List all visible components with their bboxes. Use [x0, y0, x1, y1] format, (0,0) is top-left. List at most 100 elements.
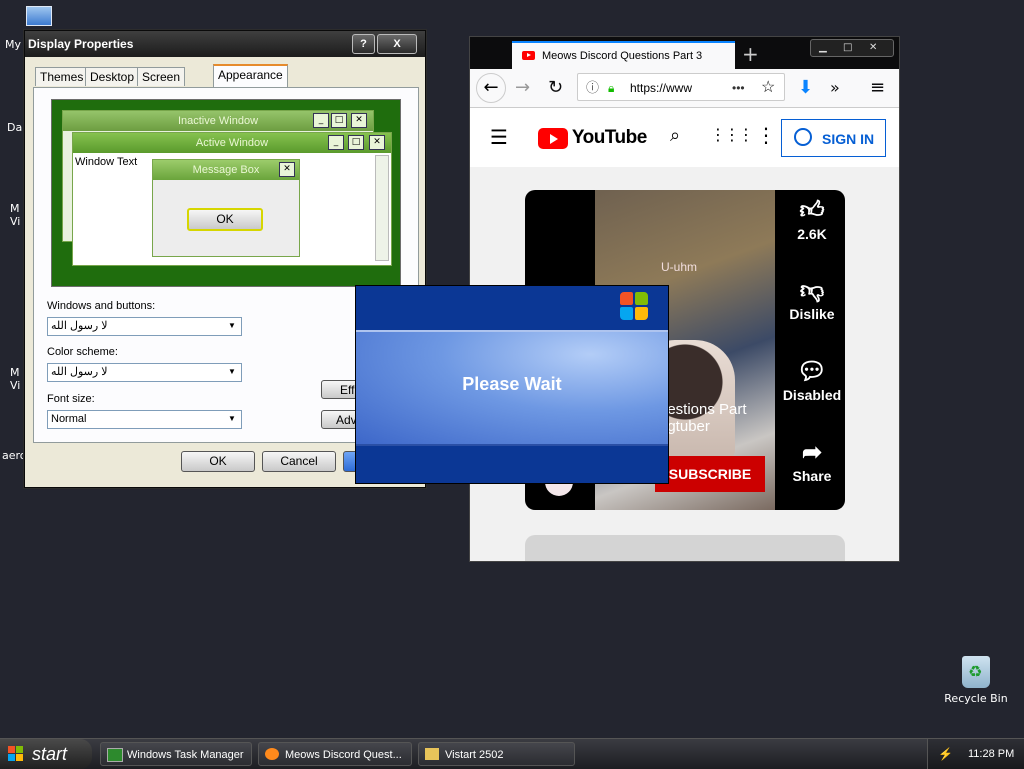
- desktop-icon-label-3: M Vi: [10, 202, 21, 228]
- thumbs-down-icon: 👎︎: [799, 277, 825, 304]
- sign-in-button[interactable]: SIGN IN: [781, 119, 886, 157]
- desktop-icon-label-5: aero: [2, 449, 27, 462]
- recycle-bin-label: Recycle Bin: [944, 692, 1008, 705]
- windows-and-buttons-value: لا رسول الله: [51, 320, 108, 332]
- youtube-favicon-icon: [522, 51, 535, 60]
- windows-logo-icon: [620, 292, 650, 322]
- page-actions-menu-icon[interactable]: •••: [732, 74, 745, 102]
- reload-icon[interactable]: ↻: [548, 69, 563, 107]
- windows-and-buttons-label: Windows and buttons:: [47, 300, 156, 312]
- computer-icon: [26, 6, 52, 26]
- cancel-button[interactable]: Cancel: [262, 451, 336, 472]
- windows-logo-icon: [8, 746, 24, 762]
- minimize-icon: _: [313, 113, 329, 128]
- color-scheme-label: Color scheme:: [47, 346, 118, 358]
- font-size-select[interactable]: Normal ▼: [47, 410, 242, 429]
- chevron-down-icon: ▼: [228, 321, 236, 330]
- overflow-chevron-icon[interactable]: »: [830, 69, 840, 107]
- back-button[interactable]: ←: [476, 73, 506, 103]
- new-tab-button[interactable]: +: [742, 41, 759, 67]
- bookmark-star-icon[interactable]: ☆: [761, 74, 775, 102]
- video-overlay-text: U-uhm: [661, 260, 698, 274]
- start-button[interactable]: start: [0, 739, 92, 769]
- download-icon[interactable]: ⬇: [798, 69, 813, 107]
- close-icon: ✕: [351, 113, 367, 128]
- browser-tab[interactable]: Meows Discord Questions Part 3: [512, 41, 735, 69]
- video-title: uestions Part ngtuber: [659, 401, 747, 435]
- color-scheme-select[interactable]: لا رسول الله ▼: [47, 363, 242, 382]
- please-wait-dialog: Please Wait: [355, 285, 669, 484]
- tab-themes[interactable]: Themes: [35, 67, 89, 86]
- maximize-icon: □: [348, 135, 364, 150]
- apps-grid-icon[interactable]: ⋮⋮⋮: [710, 125, 754, 144]
- share-button[interactable]: ➦ Share: [782, 438, 842, 484]
- preview-ok-button: OK: [187, 208, 263, 231]
- like-button[interactable]: 👍︎ 2.6K: [782, 196, 842, 242]
- taskbar-item-label: Windows Task Manager: [127, 749, 244, 761]
- comment-icon: 💬︎: [796, 358, 828, 385]
- close-icon: ✕: [369, 135, 385, 150]
- ok-button[interactable]: OK: [181, 451, 255, 472]
- comments-label: Disabled: [782, 387, 842, 403]
- youtube-header: ☰ YouTube ⌕ ⋮⋮⋮ ⋮ SIGN IN: [470, 109, 899, 167]
- recycle-bin-icon: [962, 656, 990, 688]
- task-manager-icon: [107, 748, 123, 762]
- forward-arrow-icon[interactable]: →: [515, 69, 530, 107]
- youtube-play-icon: [538, 127, 568, 149]
- display-properties-titlebar[interactable]: Display Properties ? X: [25, 31, 425, 57]
- dislike-button[interactable]: 👎︎ Dislike: [782, 276, 842, 322]
- system-tray: ⚡ 11:28 PM: [927, 739, 1024, 769]
- help-button[interactable]: ?: [352, 34, 375, 54]
- thumbs-up-icon: 👍︎: [799, 197, 825, 224]
- firefox-icon: [265, 748, 279, 760]
- youtube-logo[interactable]: YouTube: [538, 127, 647, 149]
- desktop-icon-label-4: M Vi: [10, 366, 21, 392]
- taskbar-item-task-manager[interactable]: Windows Task Manager: [100, 742, 252, 766]
- taskbar-item-label: Vistart 2502: [445, 749, 504, 761]
- preview-message-box: Message Box ✕ OK: [152, 159, 300, 257]
- minimize-icon[interactable]: ▁: [819, 40, 827, 56]
- browser-tab-title: Meows Discord Questions Part 3: [542, 50, 703, 62]
- desktop-icon-recycle-bin[interactable]: Recycle Bin: [944, 656, 1008, 705]
- maximize-icon[interactable]: □: [843, 40, 852, 56]
- color-scheme-value: لا رسول الله: [51, 366, 108, 378]
- minimize-icon: _: [328, 135, 344, 150]
- preview-active-window: Active Window _ □ ✕ Window Text Message …: [72, 132, 392, 266]
- lock-icon: 🔒︎: [608, 81, 615, 95]
- tab-appearance[interactable]: Appearance: [213, 64, 288, 88]
- firefox-tab-bar: Meows Discord Questions Part 3 + ▁ □ ✕: [470, 37, 899, 69]
- subscribe-button[interactable]: SUBSCRIBE: [655, 456, 765, 492]
- appearance-preview: Inactive Window _ □ ✕ Active Window _ □ …: [51, 99, 401, 287]
- next-short-preview[interactable]: [525, 535, 845, 561]
- preview-message-box-title: Message Box: [153, 160, 299, 180]
- folder-icon: [425, 748, 439, 760]
- search-icon[interactable]: ⌕: [670, 125, 680, 146]
- chevron-down-icon: ▼: [228, 367, 236, 376]
- more-vertical-icon[interactable]: ⋮: [756, 123, 776, 147]
- taskbar-item-label: Meows Discord Quest...: [285, 749, 402, 761]
- please-wait-message: Please Wait: [462, 374, 562, 394]
- network-icon[interactable]: ⚡: [938, 739, 953, 769]
- hamburger-menu-icon[interactable]: ≡: [870, 69, 885, 107]
- clock[interactable]: 11:28 PM: [968, 739, 1014, 769]
- firefox-navbar: ← → ↻ ⓘ 🔒︎ https://www ••• ☆ ⬇ » ≡: [470, 69, 899, 108]
- window-title: Display Properties: [28, 37, 134, 51]
- tab-screen-saver[interactable]: Screen Saver: [137, 67, 186, 102]
- maximize-icon: □: [331, 113, 347, 128]
- share-icon: ➦: [801, 439, 823, 466]
- comments-button[interactable]: 💬︎ Disabled: [782, 357, 842, 403]
- close-button[interactable]: X: [377, 34, 417, 54]
- preview-window-text: Window Text: [75, 156, 138, 168]
- close-icon[interactable]: ✕: [869, 40, 877, 56]
- url-bar[interactable]: ⓘ 🔒︎ https://www ••• ☆: [577, 73, 785, 101]
- desktop-icon-label-2: Da: [7, 121, 23, 134]
- taskbar-item-firefox[interactable]: Meows Discord Quest...: [258, 742, 412, 766]
- windows-and-buttons-select[interactable]: لا رسول الله ▼: [47, 317, 242, 336]
- info-icon[interactable]: ⓘ: [586, 74, 599, 102]
- account-icon: [794, 128, 812, 146]
- like-count: 2.6K: [797, 226, 827, 242]
- youtube-menu-icon[interactable]: ☰: [490, 125, 508, 149]
- taskbar-item-vistart[interactable]: Vistart 2502: [418, 742, 575, 766]
- tab-desktop[interactable]: Desktop: [85, 67, 140, 86]
- sign-in-label: SIGN IN: [822, 131, 875, 147]
